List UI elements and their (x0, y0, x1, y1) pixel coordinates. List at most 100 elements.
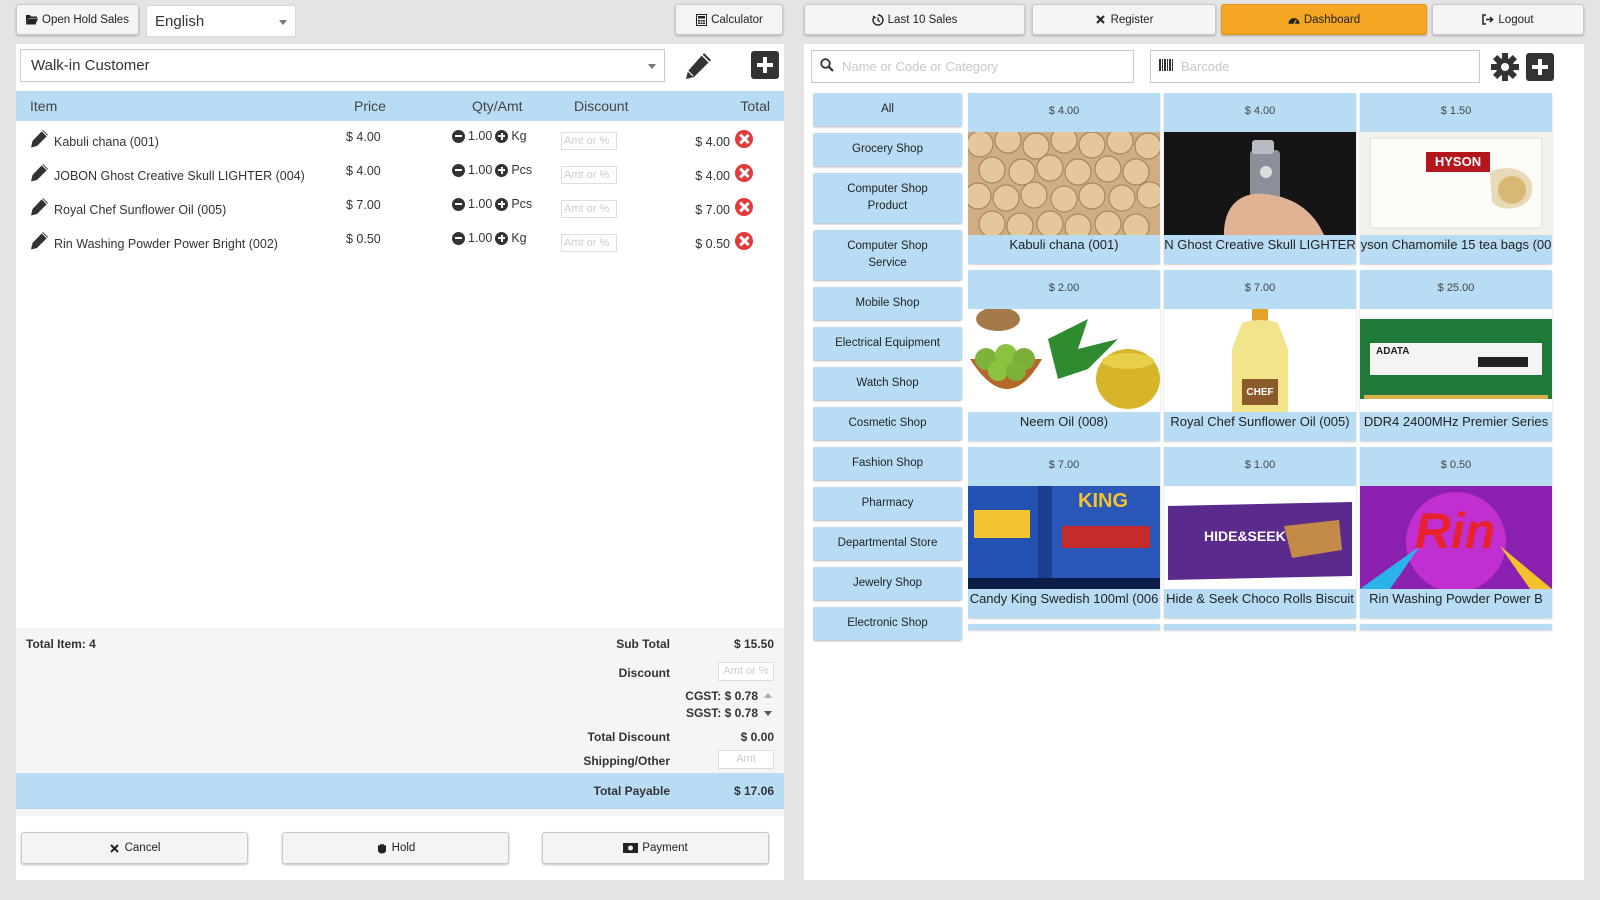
search-icon (820, 58, 834, 75)
tax-list[interactable]: CGST: $ 0.78 SGST: $ 0.78 (654, 686, 774, 722)
discount-input[interactable]: Amt or % (718, 662, 774, 681)
product-image-rin: Rin (1360, 486, 1552, 589)
product-card[interactable]: $ 7.00 KING Candy King Swedish 100ml (00… (968, 447, 1160, 618)
cart-item-unit: Pcs (511, 197, 533, 211)
product-price: $ 0.50 (1440, 459, 1472, 471)
minus-circle-icon[interactable] (452, 197, 465, 211)
category-pharmacy[interactable]: Pharmacy (813, 487, 962, 520)
remove-item-icon[interactable] (735, 130, 753, 148)
cart-item-discount-input[interactable]: Amt or % (561, 166, 617, 184)
qty-control: 1.00 Kg (452, 231, 527, 245)
add-product-plus-icon[interactable] (1526, 53, 1554, 81)
product-card[interactable] (968, 624, 1160, 630)
plus-circle-icon[interactable] (495, 163, 509, 177)
category-computer-shop-service[interactable]: Computer Shop Service (813, 230, 962, 280)
barcode-input[interactable] (1181, 59, 1437, 74)
edit-item-pencil-icon[interactable] (28, 128, 50, 150)
category-all[interactable]: All (813, 93, 962, 126)
category-fashion-shop[interactable]: Fashion Shop (813, 447, 962, 480)
sgst-value: SGST: $ 0.78 (685, 706, 758, 720)
product-panel: All Grocery Shop Computer Shop Product C… (804, 44, 1584, 880)
category-cosmetic-shop[interactable]: Cosmetic Shop (813, 407, 962, 440)
cart-item-qty[interactable]: 1.00 (468, 129, 492, 143)
remove-item-icon[interactable] (735, 232, 753, 250)
calculator-label: Calculator (711, 13, 763, 26)
product-name: Hide & Seek Choco Rolls Biscuit (1166, 591, 1354, 606)
product-card[interactable]: $ 25.00 ADATA DDR4 2400MHz Premier Serie… (1360, 270, 1552, 441)
cart-item-discount-input[interactable]: Amt or % (561, 132, 617, 150)
category-computer-shop-product[interactable]: Computer Shop Product (813, 173, 962, 223)
edit-item-pencil-icon[interactable] (28, 230, 50, 252)
register-label: Register (1110, 13, 1154, 26)
cart-item-discount-input[interactable]: Amt or % (561, 234, 617, 252)
register-button[interactable]: Register (1032, 4, 1216, 35)
cart-summary: Total Item: 4 Sub Total $ 15.50 Discount… (16, 628, 784, 816)
category-mobile-shop[interactable]: Mobile Shop (813, 287, 962, 320)
remove-item-icon[interactable] (735, 198, 753, 216)
category-jewelry-shop[interactable]: Jewelry Shop (813, 567, 962, 600)
barcode-search-box[interactable] (1150, 50, 1480, 83)
cart-item-qty[interactable]: 1.00 (468, 231, 492, 245)
remove-item-icon[interactable] (735, 164, 753, 182)
open-hold-sales-button[interactable]: Open Hold Sales (16, 4, 139, 35)
qty-control: 1.00 Pcs (452, 163, 532, 177)
product-search-box[interactable] (811, 50, 1134, 83)
sign-out-icon (1482, 14, 1494, 26)
cart-item-unit: Kg (511, 231, 527, 245)
minus-circle-icon[interactable] (452, 231, 465, 245)
gear-icon[interactable] (1490, 52, 1520, 82)
total-item-count: Total Item: 4 (26, 637, 96, 651)
product-price: $ 4.00 (1048, 105, 1080, 117)
edit-item-pencil-icon[interactable] (28, 196, 50, 218)
category-electronic-shop[interactable]: Electronic Shop (813, 607, 962, 640)
cart-item-price: $ 7.00 (346, 198, 381, 212)
product-price: $ 1.00 (1244, 459, 1276, 471)
scroll-up-icon[interactable] (764, 693, 772, 698)
product-card[interactable]: $ 1.50 HYSON yson Chamomile 15 tea bags … (1360, 93, 1552, 264)
cgst-value: CGST: $ 0.78 (685, 689, 758, 703)
product-card[interactable]: $ 0.50 Rin Rin Washing Powder Power B (1360, 447, 1552, 618)
calculator-button[interactable]: Calculator (675, 4, 783, 35)
logout-button[interactable]: Logout (1432, 4, 1584, 35)
product-search-input[interactable] (842, 59, 1093, 74)
cart-item-qty[interactable]: 1.00 (468, 163, 492, 177)
payment-button[interactable]: Payment (542, 832, 769, 864)
customer-select[interactable]: Walk-in Customer (20, 49, 665, 82)
product-card[interactable] (1164, 624, 1356, 630)
edit-customer-pencil-icon[interactable] (680, 50, 714, 84)
plus-circle-icon[interactable] (495, 197, 509, 211)
product-price: $ 1.50 (1440, 105, 1472, 117)
plus-circle-icon[interactable] (495, 231, 509, 245)
cart-item-qty[interactable]: 1.00 (468, 197, 492, 211)
add-customer-plus-icon[interactable] (751, 51, 779, 79)
product-card[interactable]: $ 4.00 N Ghost Creative Skull LIGHTER (1164, 93, 1356, 264)
product-name: yson Chamomile 15 tea bags (00 (1360, 237, 1552, 252)
category-watch-shop[interactable]: Watch Shop (813, 367, 962, 400)
category-electrical-equipment[interactable]: Electrical Equipment (813, 327, 962, 360)
minus-circle-icon[interactable] (452, 129, 465, 143)
scroll-down-icon[interactable] (764, 711, 772, 716)
shipping-input[interactable]: Amt (718, 750, 774, 769)
product-image-ram: ADATA (1360, 309, 1552, 412)
product-image-candy-king: KING (968, 486, 1160, 589)
plus-circle-icon[interactable] (495, 129, 509, 143)
dashboard-button[interactable]: Dashboard (1221, 4, 1427, 35)
cart-table-header: Item Price Qty/Amt Discount Total (16, 91, 784, 121)
minus-circle-icon[interactable] (452, 163, 465, 177)
category-grocery-shop[interactable]: Grocery Shop (813, 133, 962, 166)
cancel-button[interactable]: Cancel (21, 832, 248, 864)
hold-button[interactable]: Hold (282, 832, 509, 864)
product-card[interactable]: $ 2.00 Neem Oil (008) (968, 270, 1160, 441)
language-select[interactable]: English (146, 5, 296, 37)
cart-panel: Walk-in Customer Item Price Qty/Amt Disc… (16, 44, 784, 880)
product-card[interactable]: $ 4.00 Kabuli chana (001) (968, 93, 1160, 264)
cart-item-discount-input[interactable]: Amt or % (561, 200, 617, 218)
product-card[interactable] (1360, 624, 1552, 630)
product-card[interactable]: $ 1.00 HIDE&SEEK Hide & Seek Choco Rolls… (1164, 447, 1356, 618)
product-card[interactable]: $ 7.00 CHEF Royal Chef Sunflower Oil (00… (1164, 270, 1356, 441)
edit-item-pencil-icon[interactable] (28, 162, 50, 184)
category-departmental-store[interactable]: Departmental Store (813, 527, 962, 560)
last-10-sales-button[interactable]: Last 10 Sales (804, 4, 1025, 35)
subtotal-value: $ 15.50 (733, 637, 774, 651)
close-icon (1095, 14, 1107, 26)
